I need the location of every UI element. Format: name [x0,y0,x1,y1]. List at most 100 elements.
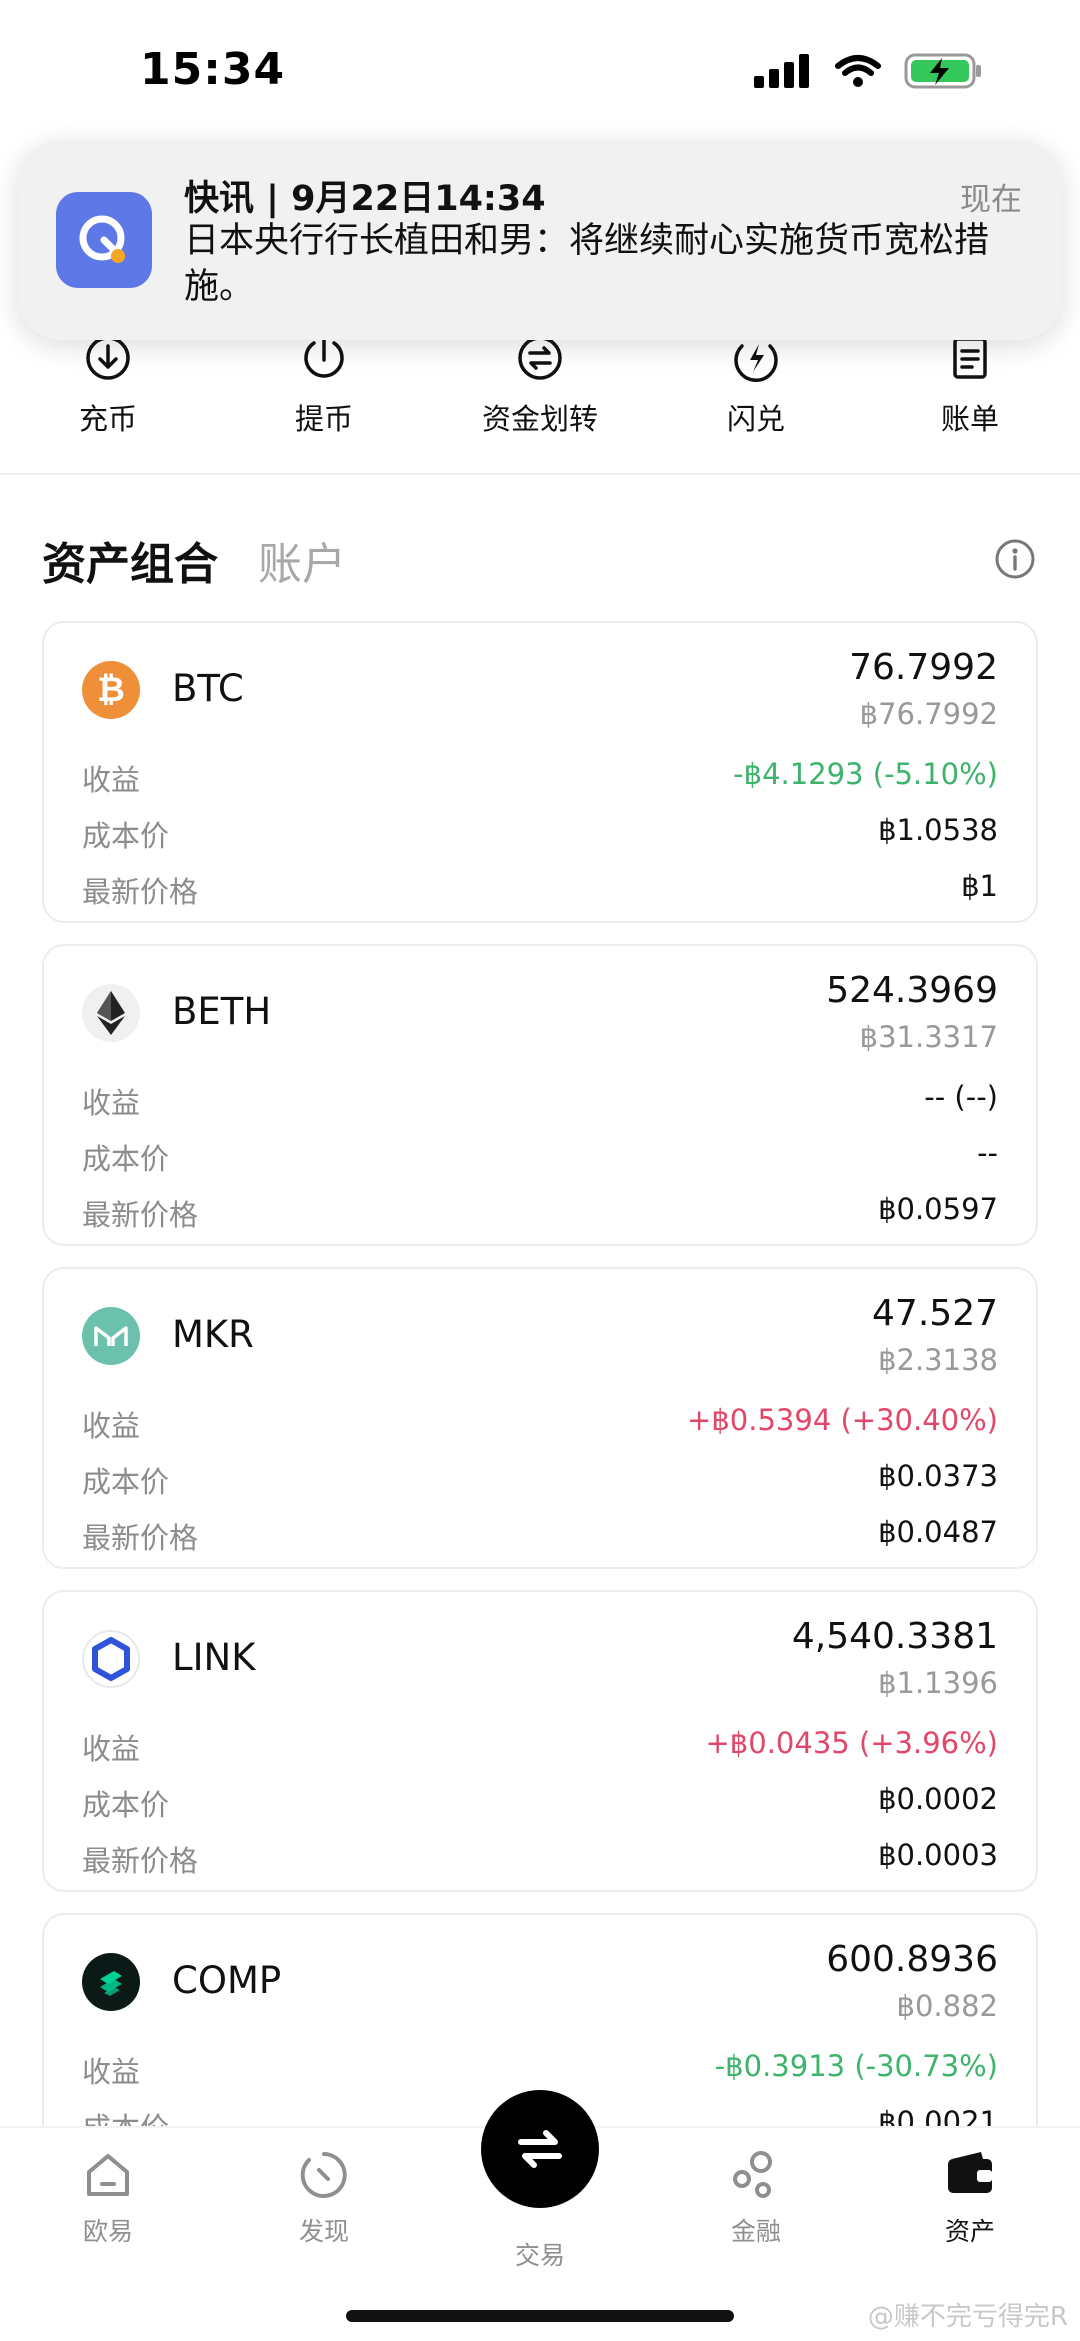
latest-price-label: 最新价格 [82,1198,199,1232]
cost-row: 成本价 ฿0.0373 [82,1459,998,1499]
profit-label: 收益 [82,1086,141,1120]
notification-title: 快讯 | 9月22日14:34 [184,179,546,219]
comp-icon [82,1953,140,2011]
compound-logo-icon [100,1971,122,1996]
link-icon [82,1630,140,1688]
nav-finance[interactable]: 金融 [686,2148,826,2248]
notification-app-icon [56,192,152,288]
nav-assets-label: 资产 [944,2217,995,2246]
profit-value: +฿0.0435 (+3.96%) [705,1726,999,1760]
cost-value: ฿0.0373 [878,1459,998,1493]
profit-value: -฿4.1293 (-5.10%) [733,757,998,791]
cost-label: 成本价 [82,1142,170,1176]
battery-charging-icon [904,53,981,89]
status-bar: 15:34 [0,0,1080,140]
asset-card-link[interactable]: LINK 4,540.3381 ฿1.1396 收益 +฿0.0435 (+3.… [42,1590,1038,1892]
cellular-signal-icon [754,54,809,88]
nav-home[interactable]: 欧易 [38,2148,178,2248]
latest-price-value: ฿0.0003 [878,1838,998,1872]
status-time: 15:34 [140,44,286,95]
cost-row: 成本价 ฿0.0002 [82,1782,998,1822]
nav-finance-label: 金融 [730,2217,781,2246]
bill-icon [953,337,987,379]
trade-button[interactable] [481,2090,599,2208]
cost-row: 成本价 -- [82,1136,998,1176]
asset-card-btc[interactable]: ₿ BTC 76.7992 ฿76.7992 收益 -฿4.1293 (-5.1… [42,621,1038,923]
coin-name: BTC [172,667,244,710]
flash-convert-label: 闪兑 [726,402,785,436]
bill-button[interactable]: 账单 [890,334,1050,438]
trade-swap-icon [518,2130,562,2168]
nav-assets[interactable]: 资产 [900,2148,1040,2248]
profit-label: 收益 [82,1732,141,1766]
profit-row: 收益 -฿4.1293 (-5.10%) [82,757,998,797]
coin-name: COMP [172,1959,282,2002]
discover-icon [300,2152,347,2198]
cost-label: 成本价 [82,1788,170,1822]
holding-value: ฿2.3138 [878,1343,998,1377]
withdraw-label: 提币 [294,402,353,436]
home-icon [87,2154,129,2196]
asset-card-mkr[interactable]: MKR 47.527 ฿2.3138 收益 +฿0.5394 (+30.40%)… [42,1267,1038,1569]
tab-portfolio[interactable]: 资产组合 [42,528,218,592]
nav-discover-label: 发现 [298,2217,349,2246]
tab-account[interactable]: 账户 [258,528,346,592]
coin-name: MKR [172,1313,254,1356]
holding-amount: 600.8936 [826,1939,998,1980]
notification-time: 现在 [960,182,1022,218]
news-notification[interactable]: 快讯 | 9月22日14:34 现在 日本央行行长植田和男：将继续耐心实施货币宽… [18,140,1062,340]
nav-trade-label: 交易 [514,2241,565,2270]
withdraw-icon [304,336,344,378]
latest-price-label: 最新价格 [82,875,199,909]
ethereum-logo-icon [97,991,125,1035]
cost-row: 成本价 ฿1.0538 [82,813,998,853]
holding-value: ฿31.3317 [859,1020,998,1054]
holding-amount: 47.527 [872,1293,998,1334]
flash-convert-button[interactable]: 闪兑 [676,334,836,438]
latest-price-value: ฿0.0487 [878,1515,998,1549]
profit-row: 收益 -- (--) [82,1080,998,1120]
latest-price-row: 最新价格 ฿0.0597 [82,1192,998,1232]
deposit-icon [86,336,130,380]
cost-value: ฿1.0538 [878,813,998,847]
btc-icon: ₿ [82,661,140,719]
cost-value: -- [977,1136,998,1170]
mkr-icon [82,1307,140,1365]
coin-name: BETH [172,990,272,1033]
coin-name: LINK [172,1636,256,1679]
profit-value: -฿0.3913 (-30.73%) [714,2049,998,2083]
profit-row: 收益 -฿0.3913 (-30.73%) [82,2049,998,2089]
profit-label: 收益 [82,763,141,797]
asset-card-beth[interactable]: BETH 524.3969 ฿31.3317 收益 -- (--) 成本价 --… [42,944,1038,1246]
profit-label: 收益 [82,2055,141,2089]
cost-value: ฿0.0002 [878,1782,998,1816]
eth-icon [82,984,140,1042]
holding-value: ฿0.882 [896,1989,998,2023]
transfer-button[interactable]: 资金划转 [460,334,620,438]
home-indicator [346,2310,734,2322]
holding-amount: 524.3969 [826,970,998,1011]
deposit-button[interactable]: 充币 [28,334,188,438]
flash-convert-icon [734,344,778,382]
finance-icon [733,2151,772,2198]
latest-price-label: 最新价格 [82,1521,199,1555]
bottom-nav: 欧易 发现 交易 金融 资产 @赚不完亏得完R [0,2090,1080,2341]
bill-label: 账单 [940,402,999,436]
nav-discover[interactable]: 发现 [254,2148,394,2248]
holding-value: ฿76.7992 [859,697,998,731]
deposit-label: 充币 [78,402,137,436]
latest-price-row: 最新价格 ฿1 [82,869,998,909]
nav-home-label: 欧易 [82,2217,133,2246]
transfer-icon [518,336,562,380]
info-icon[interactable] [994,538,1036,580]
holding-amount: 4,540.3381 [791,1616,998,1657]
transfer-label: 资金划转 [481,402,598,436]
latest-price-label: 最新价格 [82,1844,199,1878]
profit-row: 收益 +฿0.0435 (+3.96%) [82,1726,998,1766]
withdraw-button[interactable]: 提币 [244,334,404,438]
profit-value: -- (--) [924,1080,998,1114]
latest-price-row: 最新价格 ฿0.0487 [82,1515,998,1555]
holding-amount: 76.7992 [849,647,998,688]
profit-value: +฿0.5394 (+30.40%) [687,1403,998,1437]
app-logo-icon [79,215,125,263]
